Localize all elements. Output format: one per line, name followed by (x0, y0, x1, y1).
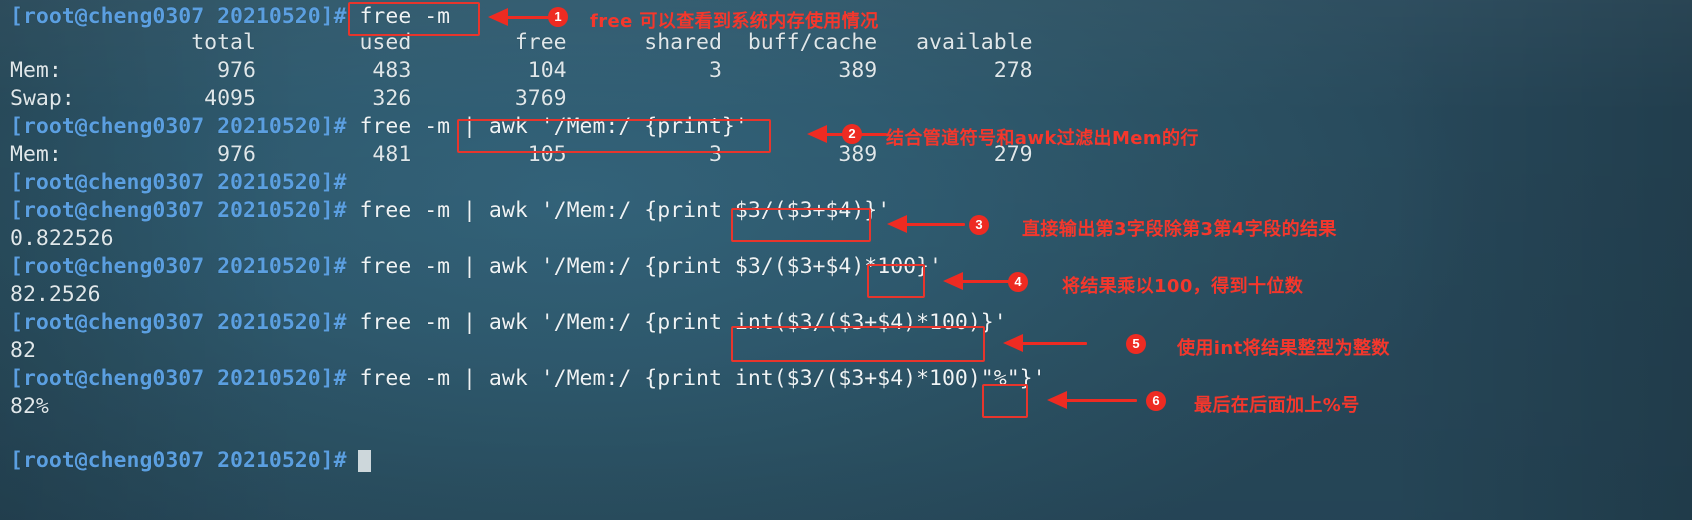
terminal-line: [root@cheng0307 20210520]# free -m | awk… (10, 366, 1046, 392)
command-text: free -m | awk '/Mem:/ {print int($3/($3+… (346, 366, 1046, 391)
terminal-line: [root@cheng0307 20210520]# free -m | awk… (10, 198, 890, 224)
annotation-note-4: 将结果乘以100，得到十位数 (1062, 276, 1304, 297)
annotation-badge-6: 6 (1146, 391, 1166, 411)
command-text: free -m | awk '/Mem:/ {print}' (346, 114, 748, 139)
shell-prompt: [root@cheng0307 20210520]# (10, 114, 347, 139)
terminal-output: total used free shared buff/cache availa… (10, 30, 1033, 55)
terminal-output: Swap: 4095 326 3769 (10, 86, 567, 111)
shell-prompt: [root@cheng0307 20210520]# (10, 310, 347, 335)
annotation-badge-4: 4 (1008, 272, 1028, 292)
terminal-line: [root@cheng0307 20210520]# (10, 448, 347, 474)
annotation-note-6: 最后在后面加上%号 (1194, 395, 1360, 416)
terminal-output: 82 (10, 338, 36, 363)
terminal-output: Mem: 976 483 104 3 389 278 (10, 58, 1033, 83)
shell-prompt: [root@cheng0307 20210520]# (10, 198, 347, 223)
terminal-output: Mem: 976 481 105 3 389 279 (10, 142, 1033, 167)
command-text: free -m | awk '/Mem:/ {print $3/($3+$4)}… (346, 198, 891, 223)
terminal-line: [root@cheng0307 20210520]# free -m (10, 4, 450, 30)
annotation-badge-3: 3 (969, 215, 989, 235)
terminal-line: [root@cheng0307 20210520]# free -m | awk… (10, 114, 748, 140)
terminal-line: [root@cheng0307 20210520]# (10, 170, 347, 196)
annotation-note-5: 使用int将结果整型为整数 (1177, 338, 1390, 359)
shell-prompt: [root@cheng0307 20210520]# (10, 448, 347, 473)
shell-prompt: [root@cheng0307 20210520]# (10, 366, 347, 391)
terminal-window: [root@cheng0307 20210520]# free -m total… (0, 0, 1692, 520)
shell-prompt: [root@cheng0307 20210520]# (10, 4, 347, 29)
command-text: free -m | awk '/Mem:/ {print int($3/($3+… (346, 310, 1007, 335)
terminal-output: 82.2526 (10, 282, 101, 307)
annotation-note-1: free 可以查看到系统内存使用情况 (590, 11, 879, 32)
annotation-badge-5: 5 (1126, 334, 1146, 354)
terminal-output: 0.822526 (10, 226, 114, 251)
terminal-line: [root@cheng0307 20210520]# free -m | awk… (10, 254, 942, 280)
shell-prompt: [root@cheng0307 20210520]# (10, 254, 347, 279)
shell-prompt: [root@cheng0307 20210520]# (10, 170, 347, 195)
annotation-note-3: 直接输出第3字段除第3第4字段的结果 (1022, 219, 1337, 240)
annotation-note-2: 结合管道符号和awk过滤出Mem的行 (886, 128, 1199, 149)
terminal-line: [root@cheng0307 20210520]# free -m | awk… (10, 310, 1007, 336)
annotation-badge-2: 2 (842, 124, 862, 144)
command-text: free -m | awk '/Mem:/ {print $3/($3+$4)*… (346, 254, 942, 279)
terminal-cursor (358, 450, 371, 472)
command-text: free -m (346, 4, 451, 29)
annotation-badge-1: 1 (548, 7, 568, 27)
terminal-output: 82% (10, 394, 49, 419)
